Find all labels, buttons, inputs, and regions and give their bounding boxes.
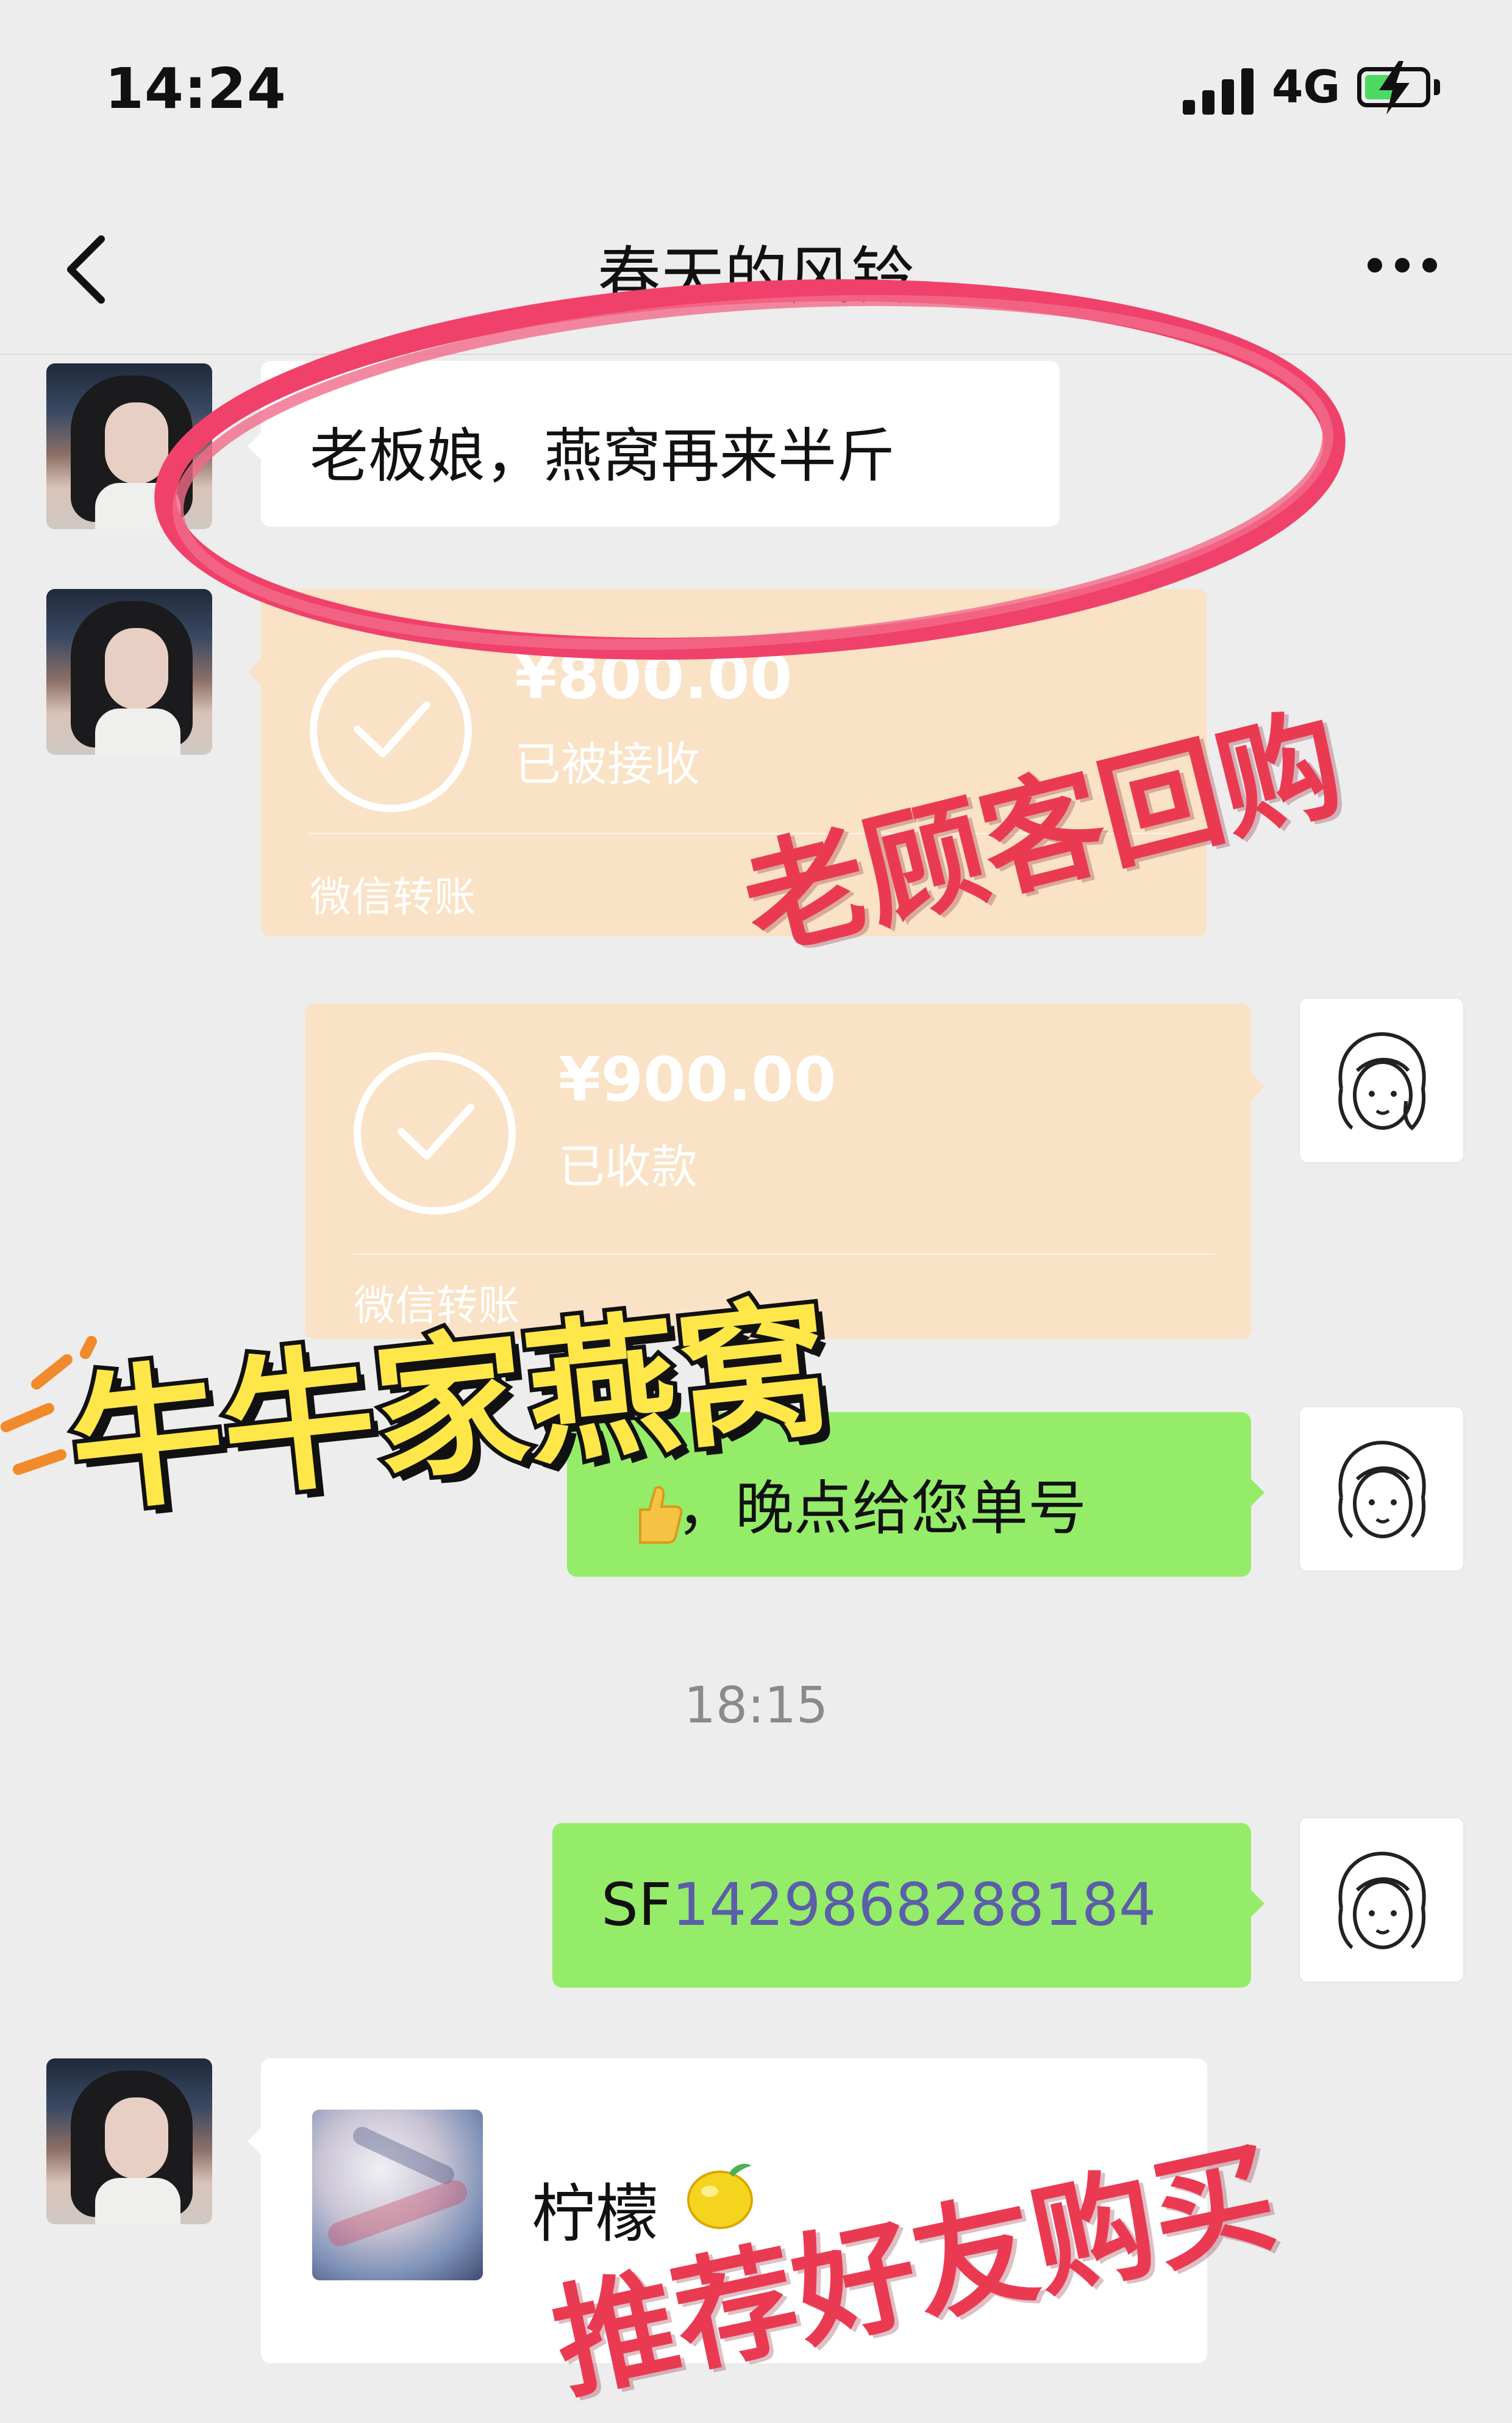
- charging-bolt-icon: [1379, 61, 1410, 115]
- check-icon: [354, 701, 430, 757]
- cartoon-girl-icon: [1338, 1032, 1426, 1131]
- signal-icon: [1183, 66, 1256, 115]
- contact-avatar[interactable]: [46, 2058, 212, 2224]
- tracking-message: SF1429868288184: [601, 1871, 1156, 1939]
- status-time: 14:24: [105, 56, 287, 121]
- thumbs-up-emoji-icon: [639, 1486, 683, 1544]
- check-icon: [398, 1104, 474, 1160]
- contact-card-avatar: [312, 2110, 483, 2280]
- tracking-prefix: SF: [601, 1871, 672, 1939]
- transfer-status: 已被接收: [515, 737, 700, 791]
- message-text: ，晚点给您单号: [677, 1474, 1086, 1543]
- my-avatar[interactable]: [1299, 997, 1464, 1163]
- cartoon-girl-icon: [1338, 1851, 1426, 1949]
- network-type: 4G: [1272, 61, 1341, 113]
- my-avatar[interactable]: [1299, 1817, 1464, 1983]
- chat-timestamp: 18:15: [683, 1677, 829, 1735]
- cartoon-girl-icon: [1338, 1440, 1426, 1538]
- transfer-amount: ¥900.00: [558, 1044, 836, 1115]
- more-dots-icon[interactable]: [1360, 250, 1445, 280]
- highlight-ellipse-mark: [154, 279, 1346, 660]
- transfer-footer: 微信转账: [310, 874, 476, 922]
- my-avatar[interactable]: [1299, 1406, 1464, 1572]
- battery-tip: [1434, 79, 1440, 95]
- message-bubble-sent[interactable]: SF1429868288184: [552, 1823, 1251, 1988]
- transfer-status: 已收款: [558, 1140, 697, 1194]
- tracking-number[interactable]: 1429868288184: [672, 1871, 1156, 1939]
